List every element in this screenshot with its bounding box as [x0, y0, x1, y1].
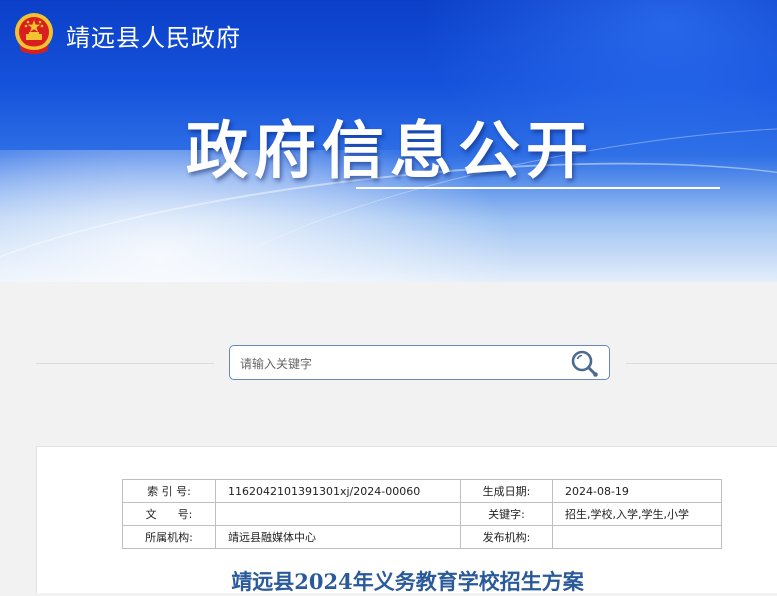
search-icon[interactable]	[569, 348, 601, 378]
header-banner: 靖远县人民政府 政府信息公开	[0, 0, 777, 282]
table-row: 所属机构: 靖远县融媒体中心 发布机构:	[122, 525, 722, 549]
search-divider-right	[626, 363, 777, 364]
document-meta-table: 索 引 号: 1162042101391301xj/2024-00060 生成日…	[122, 479, 722, 549]
publisher-value	[552, 525, 722, 549]
org-value: 靖远县融媒体中心	[215, 525, 461, 549]
banner-title-underline	[356, 187, 720, 189]
org-label: 所属机构:	[122, 525, 216, 549]
site-name[interactable]: 靖远县人民政府	[66, 18, 241, 53]
keywords-value: 招生,学校,入学,学生,小学	[552, 502, 722, 526]
article-card: 索 引 号: 1162042101391301xj/2024-00060 生成日…	[36, 446, 777, 594]
search-input[interactable]	[238, 352, 562, 376]
date-label: 生成日期:	[460, 479, 553, 503]
banner-title: 政府信息公开	[186, 114, 595, 187]
search-box	[229, 345, 610, 380]
doc-no-value	[215, 502, 461, 526]
publisher-label: 发布机构:	[460, 525, 553, 549]
search-divider-left	[36, 363, 214, 364]
doc-no-label: 文 号:	[122, 502, 216, 526]
index-value: 1162042101391301xj/2024-00060	[215, 479, 461, 503]
table-row: 索 引 号: 1162042101391301xj/2024-00060 生成日…	[122, 479, 722, 503]
table-row: 文 号: 关键字: 招生,学校,入学,学生,小学	[122, 502, 722, 526]
index-label: 索 引 号:	[122, 479, 216, 503]
date-value: 2024-08-19	[552, 479, 722, 503]
national-emblem-icon[interactable]	[13, 11, 55, 57]
keywords-label: 关键字:	[460, 502, 553, 526]
